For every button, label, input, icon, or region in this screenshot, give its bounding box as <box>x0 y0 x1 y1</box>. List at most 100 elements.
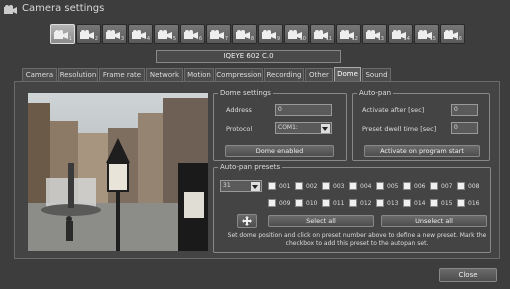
preset-number[interactable]: 002 <box>306 183 317 190</box>
preset-checkbox[interactable] <box>268 182 276 190</box>
preset-checkbox[interactable] <box>376 182 384 190</box>
tab-other[interactable]: Other <box>305 68 333 81</box>
preset-checkbox[interactable] <box>430 199 438 207</box>
camera-number: 9 <box>276 36 280 42</box>
camera-icon <box>236 30 250 39</box>
tab-sound[interactable]: Sound <box>362 68 391 81</box>
activate-after-input[interactable]: 0 <box>451 104 478 116</box>
dome-settings-legend: Dome settings <box>218 89 273 97</box>
chevron-down-icon[interactable] <box>321 124 330 133</box>
tab-network[interactable]: Network <box>146 68 183 81</box>
camera-button-4[interactable]: 4 <box>128 24 153 44</box>
preset-number[interactable]: 003 <box>333 183 344 190</box>
camera-icon <box>132 30 146 39</box>
preset-checkbox[interactable] <box>430 182 438 190</box>
preset-checkbox[interactable] <box>403 182 411 190</box>
camera-button-2[interactable]: 2 <box>76 24 101 44</box>
preset-checkbox[interactable] <box>349 199 357 207</box>
autopan-legend: Auto-pan <box>357 89 394 97</box>
camera-settings-window: Camera settings 1 2 3 4 5 6 7 8 9 10 11 12 13 14 15 16 … <box>0 0 510 289</box>
tab-motion[interactable]: Motion <box>184 68 214 81</box>
camera-button-8[interactable]: 8 <box>232 24 257 44</box>
protocol-select[interactable]: COM1: <box>275 122 332 134</box>
tab-camera[interactable]: Camera <box>22 68 57 81</box>
unselect-all-button[interactable]: Unselect all <box>381 215 487 227</box>
camera-number: 13 <box>377 36 384 42</box>
preset-checkbox[interactable] <box>349 182 357 190</box>
camera-number: 5 <box>172 36 176 42</box>
tab-frame-rate[interactable]: Frame rate <box>99 68 145 81</box>
dwell-time-input[interactable]: 0 <box>451 122 478 134</box>
camera-button-10[interactable]: 10 <box>284 24 309 44</box>
preset-number[interactable]: 011 <box>333 200 344 207</box>
preset-number[interactable]: 012 <box>360 200 371 207</box>
select-all-button[interactable]: Select all <box>268 215 374 227</box>
camera-button-11[interactable]: 11 <box>310 24 335 44</box>
camera-icon <box>54 30 68 39</box>
activate-on-start-button[interactable]: Activate on program start <box>364 145 480 157</box>
close-button[interactable]: Close <box>439 268 497 282</box>
camera-number: 10 <box>299 36 306 42</box>
camera-preview-image <box>28 93 208 251</box>
camera-button-15[interactable]: 15 <box>414 24 439 44</box>
camera-number: 4 <box>146 36 150 42</box>
preset-number[interactable]: 010 <box>306 200 317 207</box>
camera-number: 3 <box>120 36 124 42</box>
window-title: Camera settings <box>22 3 105 14</box>
preset-number[interactable]: 004 <box>360 183 371 190</box>
preset-number[interactable]: 007 <box>441 183 452 190</box>
preset-number[interactable]: 001 <box>279 183 290 190</box>
camera-icon <box>4 5 17 14</box>
preset-number[interactable]: 006 <box>414 183 425 190</box>
preset-checkbox[interactable] <box>457 199 465 207</box>
move-arrows-icon <box>242 216 252 226</box>
activate-after-label: Activate after [sec] <box>362 106 425 114</box>
preset-number[interactable]: 005 <box>387 183 398 190</box>
preset-checkbox[interactable] <box>403 199 411 207</box>
camera-button-6[interactable]: 6 <box>180 24 205 44</box>
tab-dome[interactable]: Dome <box>334 67 361 81</box>
preset-number[interactable]: 016 <box>468 200 479 207</box>
preset-checkbox[interactable] <box>457 182 465 190</box>
camera-button-9[interactable]: 9 <box>258 24 283 44</box>
address-input[interactable]: 0 <box>275 104 332 116</box>
camera-name-field[interactable]: IQEYE 602 C.0 <box>156 50 341 63</box>
preset-checkbox[interactable] <box>295 199 303 207</box>
camera-icon <box>184 30 198 39</box>
camera-number: 6 <box>198 36 202 42</box>
camera-number: 12 <box>351 36 358 42</box>
camera-button-16[interactable]: 16 <box>440 24 465 44</box>
camera-button-5[interactable]: 5 <box>154 24 179 44</box>
preset-number[interactable]: 015 <box>441 200 452 207</box>
camera-number: 2 <box>94 36 98 42</box>
preset-select[interactable]: 31 <box>220 180 262 192</box>
dome-enabled-button[interactable]: Dome enabled <box>225 145 334 157</box>
preset-checkbox[interactable] <box>376 199 384 207</box>
preset-checkbox[interactable] <box>295 182 303 190</box>
preset-number[interactable]: 014 <box>414 200 425 207</box>
camera-icon <box>106 30 120 39</box>
camera-button-1[interactable]: 1 <box>50 24 75 44</box>
preset-checkbox[interactable] <box>322 199 330 207</box>
camera-button-14[interactable]: 14 <box>388 24 413 44</box>
preset-number[interactable]: 013 <box>387 200 398 207</box>
preset-checkbox[interactable] <box>268 199 276 207</box>
camera-icon <box>158 30 172 39</box>
preset-number[interactable]: 009 <box>279 200 290 207</box>
camera-number: 8 <box>250 36 254 42</box>
tab-compression[interactable]: Compression <box>215 68 263 81</box>
chevron-down-icon[interactable] <box>251 182 260 191</box>
camera-button-12[interactable]: 12 <box>336 24 361 44</box>
camera-icon <box>262 30 276 39</box>
tab-recording[interactable]: Recording <box>264 68 304 81</box>
tab-resolution[interactable]: Resolution <box>58 68 98 81</box>
camera-button-13[interactable]: 13 <box>362 24 387 44</box>
camera-button-7[interactable]: 7 <box>206 24 231 44</box>
preset-checkbox[interactable] <box>322 182 330 190</box>
preset-number[interactable]: 008 <box>468 183 479 190</box>
camera-icon <box>210 30 224 39</box>
address-label: Address <box>226 106 252 114</box>
camera-button-3[interactable]: 3 <box>102 24 127 44</box>
camera-number: 11 <box>325 36 332 42</box>
move-button[interactable] <box>237 214 257 228</box>
